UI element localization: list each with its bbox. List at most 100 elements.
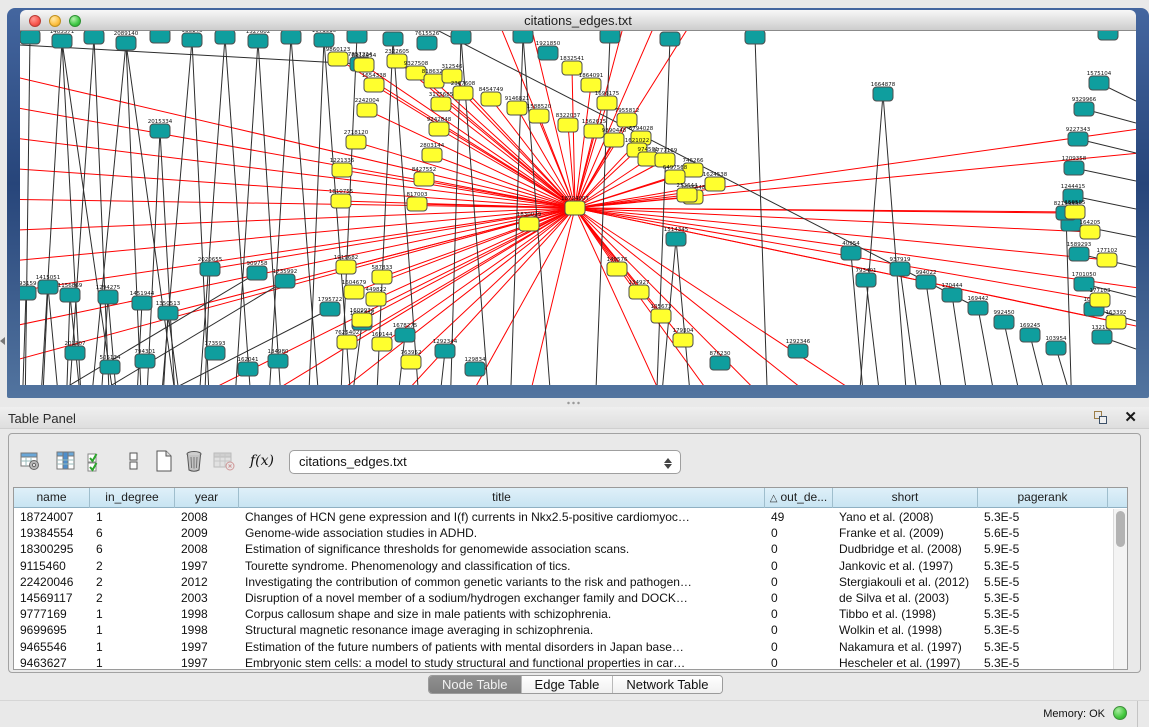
graph-node[interactable]: 8813054 [511,31,536,43]
function-icon[interactable]: f(x) [249,448,275,474]
graph-node[interactable]: 1221336 [330,158,355,177]
graph-node[interactable]: 1156869 [58,283,83,302]
graph-node[interactable]: 2242004 [355,98,380,117]
graph-node[interactable]: 1350513 [156,301,181,320]
tab-network-table[interactable]: Network Table [613,676,721,693]
graph-node[interactable]: 9329966 [1072,97,1097,116]
graph-node[interactable]: 793401 [856,268,877,287]
graph-node[interactable]: 1294275 [96,285,121,304]
trash-icon[interactable] [181,448,207,474]
graph-node[interactable]: 934881 [84,31,105,44]
graph-node[interactable]: 6466161 [279,31,304,44]
rows-icon[interactable] [121,448,147,474]
table-row[interactable]: 1456911722003Disruption of a novel membe… [14,590,1113,606]
graph-node[interactable]: 2367608 [451,81,476,100]
divider-grip-icon[interactable] [566,401,580,405]
graph-node[interactable]: 233644 [677,183,698,202]
graph-node[interactable]: 1292346 [786,339,811,358]
graph-node[interactable]: 169442 [968,296,989,315]
graph-node[interactable]: 8322037 [556,113,581,132]
graph-node[interactable]: 1467135 [381,31,406,46]
graph-node[interactable]: 177103 [1090,288,1111,307]
graph-node[interactable]: 1651024 [449,31,474,44]
scrollbar-thumb[interactable] [1116,511,1125,547]
graph-node[interactable]: 817003 [407,192,428,211]
column-header-short[interactable]: short [833,488,978,508]
table-row[interactable]: 911546021997Tourette syndrome. Phenomeno… [14,558,1113,574]
graph-node[interactable]: 7955812 [615,108,640,127]
graph-node[interactable]: 1071915 [312,31,337,47]
graph-node[interactable]: 7615526 [415,31,440,50]
graph-node[interactable]: 129834 [465,357,486,376]
graph-node[interactable]: 8912954 [352,53,377,72]
graph-node[interactable]: 1921850 [536,41,561,60]
graph-node[interactable]: 103954 [1046,336,1067,355]
graph-node[interactable]: 169245 [1020,323,1041,342]
graph-node[interactable]: 2803144 [420,143,445,162]
graph-node[interactable]: 1405571 [50,31,75,48]
graph-node[interactable]: 1603380 [345,31,370,43]
graph-node[interactable]: 8427552 [412,167,437,186]
graph-node[interactable]: 1609934 [350,308,375,327]
network-window-titlebar[interactable]: citations_edges.txt [20,10,1136,31]
graph-node[interactable]: 1604679 [342,280,367,299]
graph-node[interactable]: 1575104 [1087,71,1112,90]
table-row[interactable]: 946362711997Embryonic stem cells: a mode… [14,655,1113,669]
table-row[interactable]: 2242004622012Investigating the contribut… [14,574,1113,590]
graph-node[interactable]: 111216 [1098,31,1119,40]
graph-node[interactable]: 994022 [916,270,937,289]
graph-node[interactable]: 6497568 [663,165,688,184]
graph-node[interactable]: 937919 [890,257,911,276]
graph-node[interactable]: 992450 [994,310,1015,329]
graph-node[interactable]: 9890448 [602,128,627,147]
graph-node[interactable]: 9242848 [427,117,452,136]
graph-node[interactable]: 1451944 [130,291,155,310]
table-columns-icon[interactable] [53,448,79,474]
graph-node[interactable]: 201307 [65,341,86,360]
graph-node[interactable]: 1624538 [703,172,728,191]
graph-node[interactable]: 1919682 [334,255,359,274]
graph-node[interactable]: 134927 [629,280,650,299]
graph-node[interactable]: 162041 [238,357,259,376]
table-row[interactable]: 946554611997Estimation of the future num… [14,639,1113,655]
close-panel-icon[interactable]: ✕ [1124,409,1137,427]
graph-node[interactable]: 505134 [100,355,121,374]
graph-node[interactable]: 164891 [20,31,41,44]
graph-node[interactable]: 18724007 [561,196,589,215]
new-document-icon[interactable] [151,448,177,474]
graph-node[interactable]: 8454749 [479,87,504,106]
graph-node[interactable]: 134980 [268,349,289,368]
graph-node[interactable]: 9860123 [326,47,351,66]
graph-node[interactable]: 1795722 [318,297,343,316]
graph-node[interactable]: 159585 [1065,200,1086,219]
column-header-pagerank[interactable]: pagerank [978,488,1108,508]
graph-node[interactable]: 2015334 [148,119,173,138]
column-header-out_de[interactable]: △out_de... [765,488,833,508]
column-header-year[interactable]: year [175,488,239,508]
graph-node[interactable]: 173593 [205,341,226,360]
graph-node[interactable]: 1810755 [329,189,354,208]
graph-node[interactable]: 393159 [20,281,37,300]
checklist-icon[interactable] [83,448,109,474]
graph-node[interactable]: 1654338 [362,73,387,92]
table-row[interactable]: 977716911998Corpus callosum shape and si… [14,606,1113,622]
panel-divider[interactable] [0,398,1149,407]
graph-node[interactable]: 1678275 [393,323,418,342]
graph-node[interactable]: 1588520 [527,104,552,123]
graph-node[interactable]: 163392 [1106,310,1127,329]
network-canvas[interactable]: 1648911405571934881208914018105439361461… [20,31,1136,385]
table-vertical-scrollbar[interactable] [1113,509,1127,669]
graph-node[interactable]: 763952 [401,350,422,369]
graph-node[interactable]: 1514301 [598,31,623,43]
graph-node[interactable]: 1415051 [36,275,61,294]
tab-node-table[interactable]: Node Table [429,676,522,693]
table-row[interactable]: 1830029562008Estimation of significance … [14,541,1113,557]
column-header-title[interactable]: title [239,488,765,508]
graph-node[interactable]: 105673 [651,304,672,323]
tab-edge-table[interactable]: Edge Table [522,676,614,693]
graph-node[interactable]: 1098331 [743,31,768,44]
graph-node[interactable]: 1527602 [246,31,271,48]
graph-node[interactable]: 2089140 [114,31,139,50]
graph-node[interactable]: 587833 [372,265,393,284]
graph-node[interactable]: 1234019 [658,31,683,46]
